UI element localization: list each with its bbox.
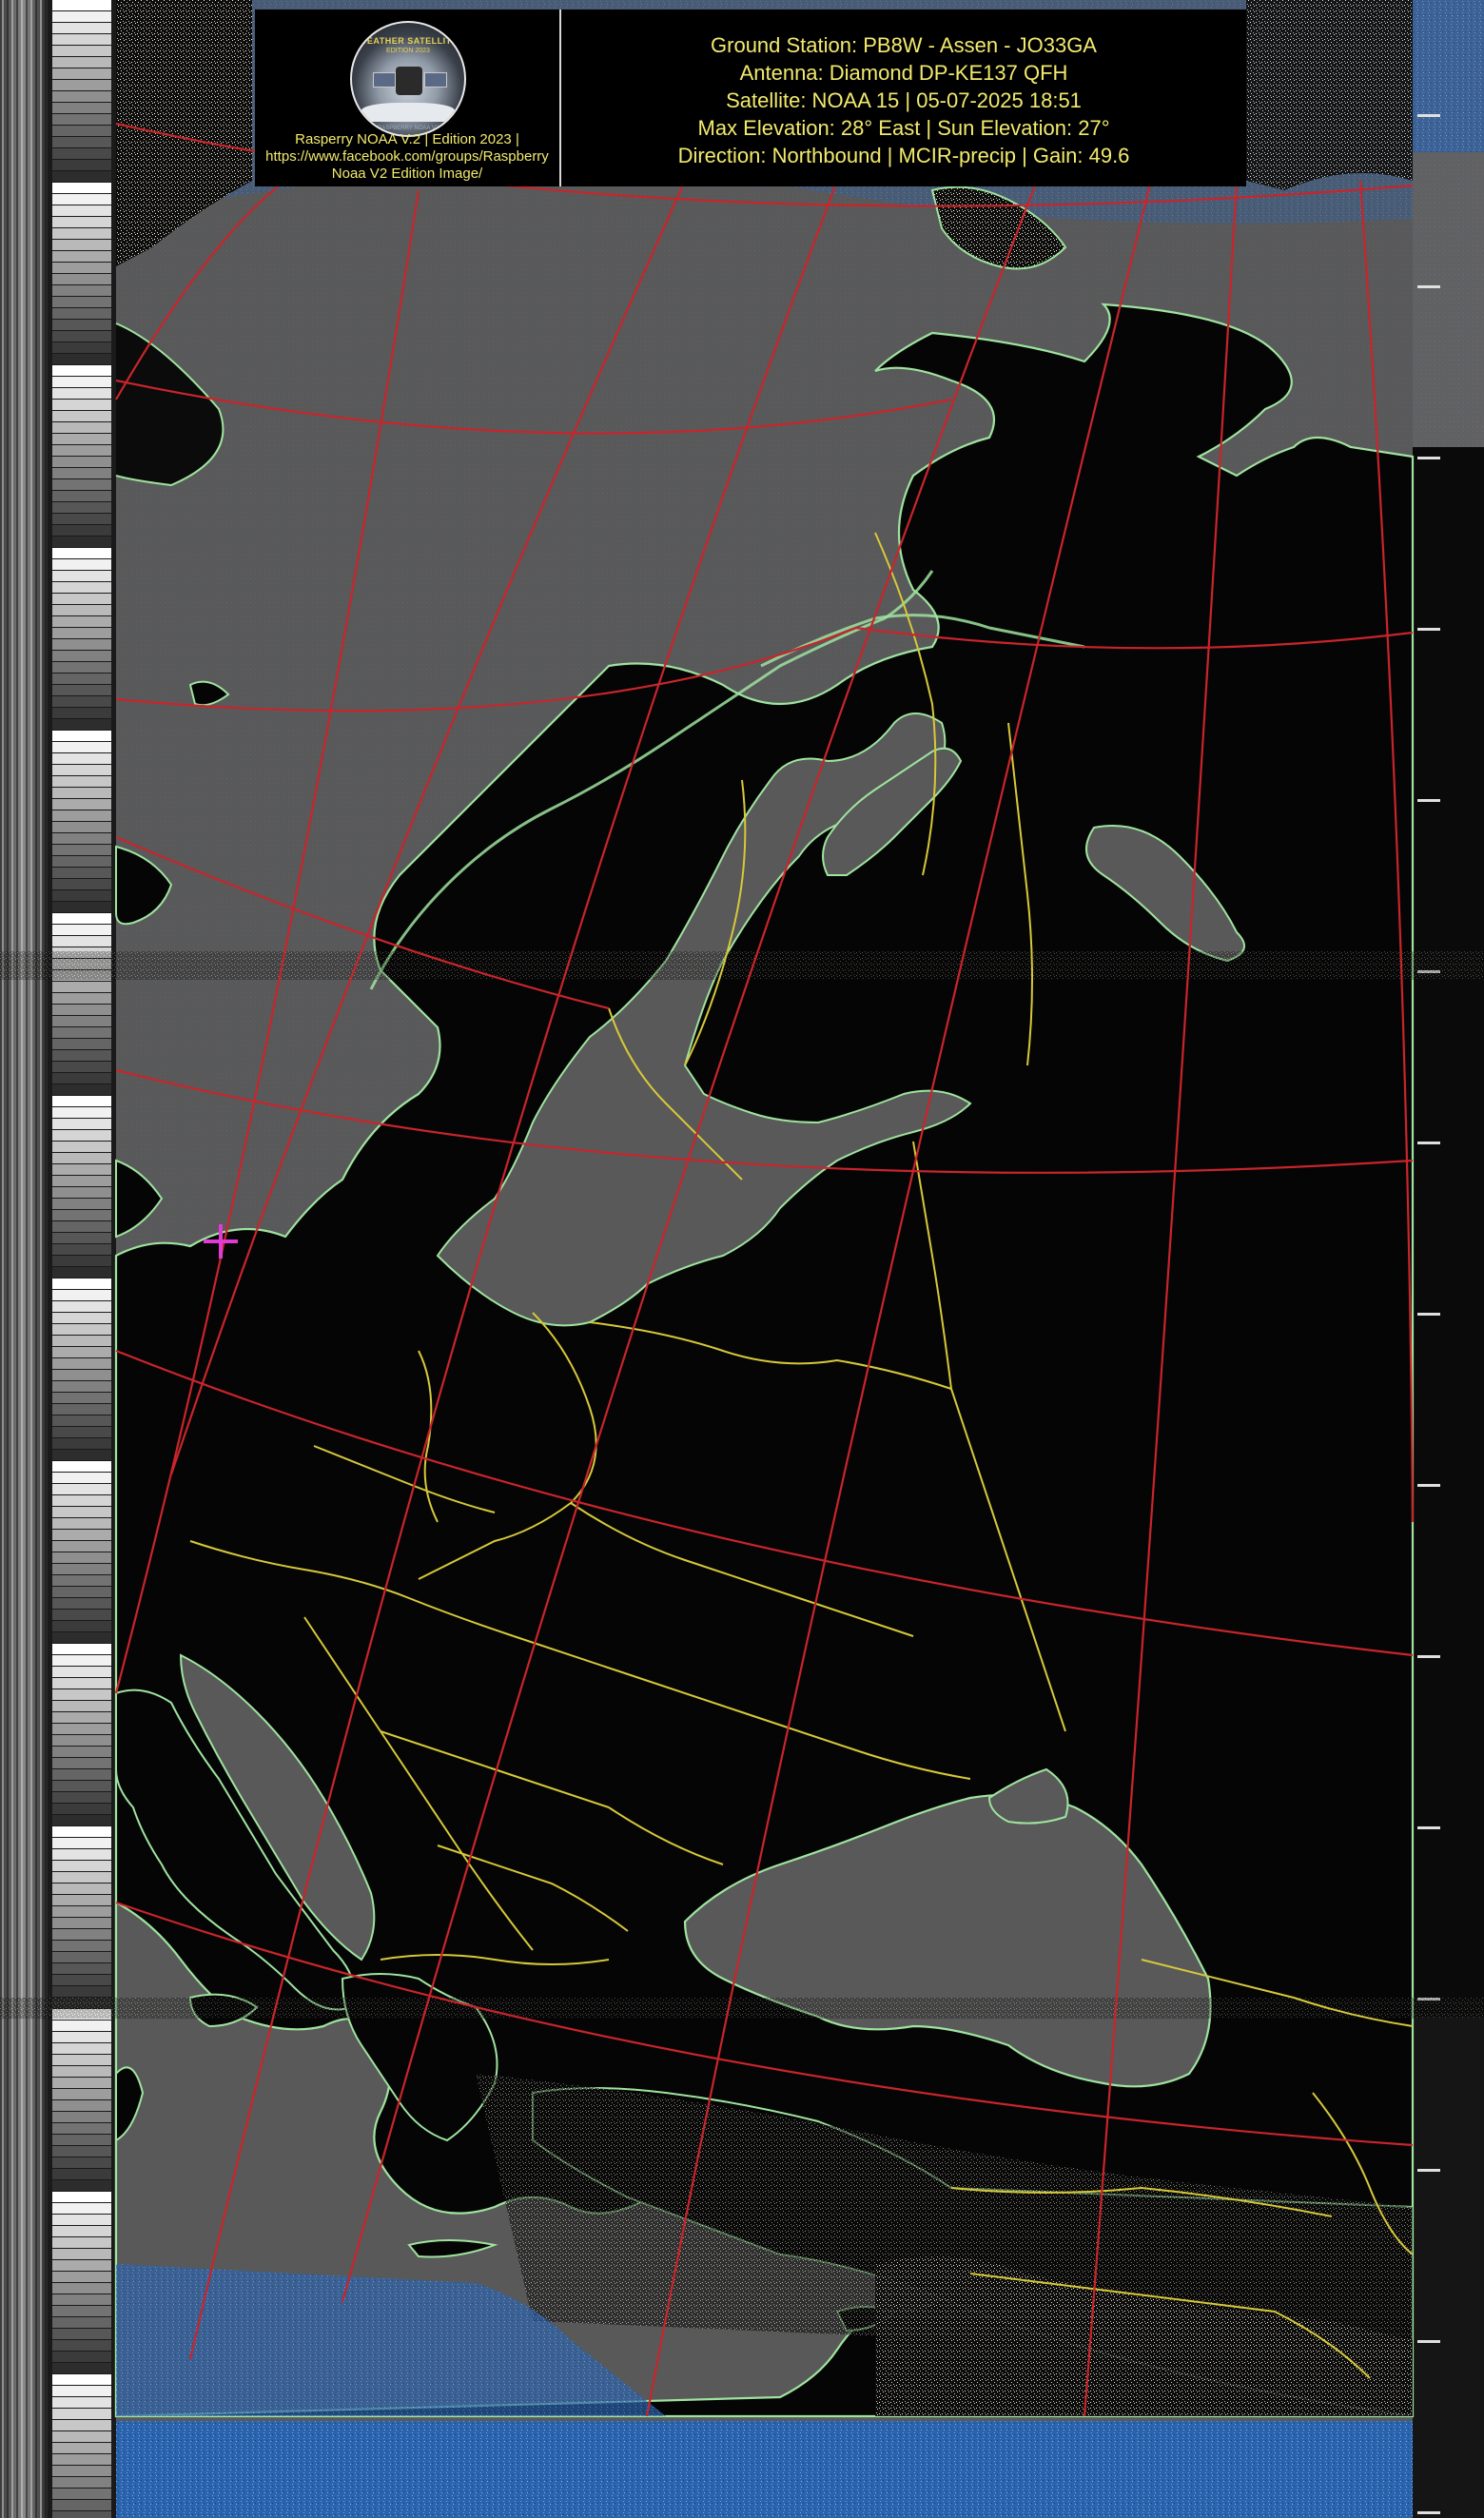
- credit-line: Noaa V2 Edition Image/: [331, 166, 483, 182]
- logo-ring-subtext: EDITION 2023: [386, 48, 430, 54]
- satellite-logo: WEATHER SATELLITE EDITION 2023 RASPBERRY…: [350, 21, 466, 137]
- telemetry-strip-right: [1413, 0, 1484, 2518]
- info-header: WEATHER SATELLITE EDITION 2023 RASPBERRY…: [255, 10, 1246, 186]
- noise-band-bottom: [116, 2421, 1413, 2518]
- credit-line: Rasperry NOAA V.2 | Edition 2023 |: [295, 131, 519, 147]
- credit-line: https://www.facebook.com/groups/Raspberr…: [265, 148, 549, 165]
- elevation-line: Max Elevation: 28° East | Sun Elevation:…: [697, 115, 1110, 140]
- logo-ring-text: WEATHER SATELLITE: [358, 36, 459, 46]
- satellite-line: Satellite: NOAA 15 | 05-07-2025 18:51: [726, 88, 1082, 112]
- telemetry-strip-left: [0, 0, 116, 2518]
- credit-text: Rasperry NOAA V.2 | Edition 2023 | https…: [259, 131, 556, 183]
- weather-satellite-image: WEATHER SATELLITE EDITION 2023 RASPBERRY…: [0, 0, 1484, 2518]
- direction-line: Direction: Northbound | MCIR-precip | Ga…: [677, 143, 1130, 167]
- satellite-icon: [396, 67, 422, 95]
- satellite-map: [0, 0, 1484, 2518]
- logo-panel: WEATHER SATELLITE EDITION 2023 RASPBERRY…: [255, 10, 561, 186]
- pass-info: Ground Station: PB8W - Assen - JO33GA An…: [561, 10, 1246, 186]
- antenna-line: Antenna: Diamond DP-KE137 QFH: [739, 60, 1068, 85]
- ground-station-line: Ground Station: PB8W - Assen - JO33GA: [711, 32, 1097, 57]
